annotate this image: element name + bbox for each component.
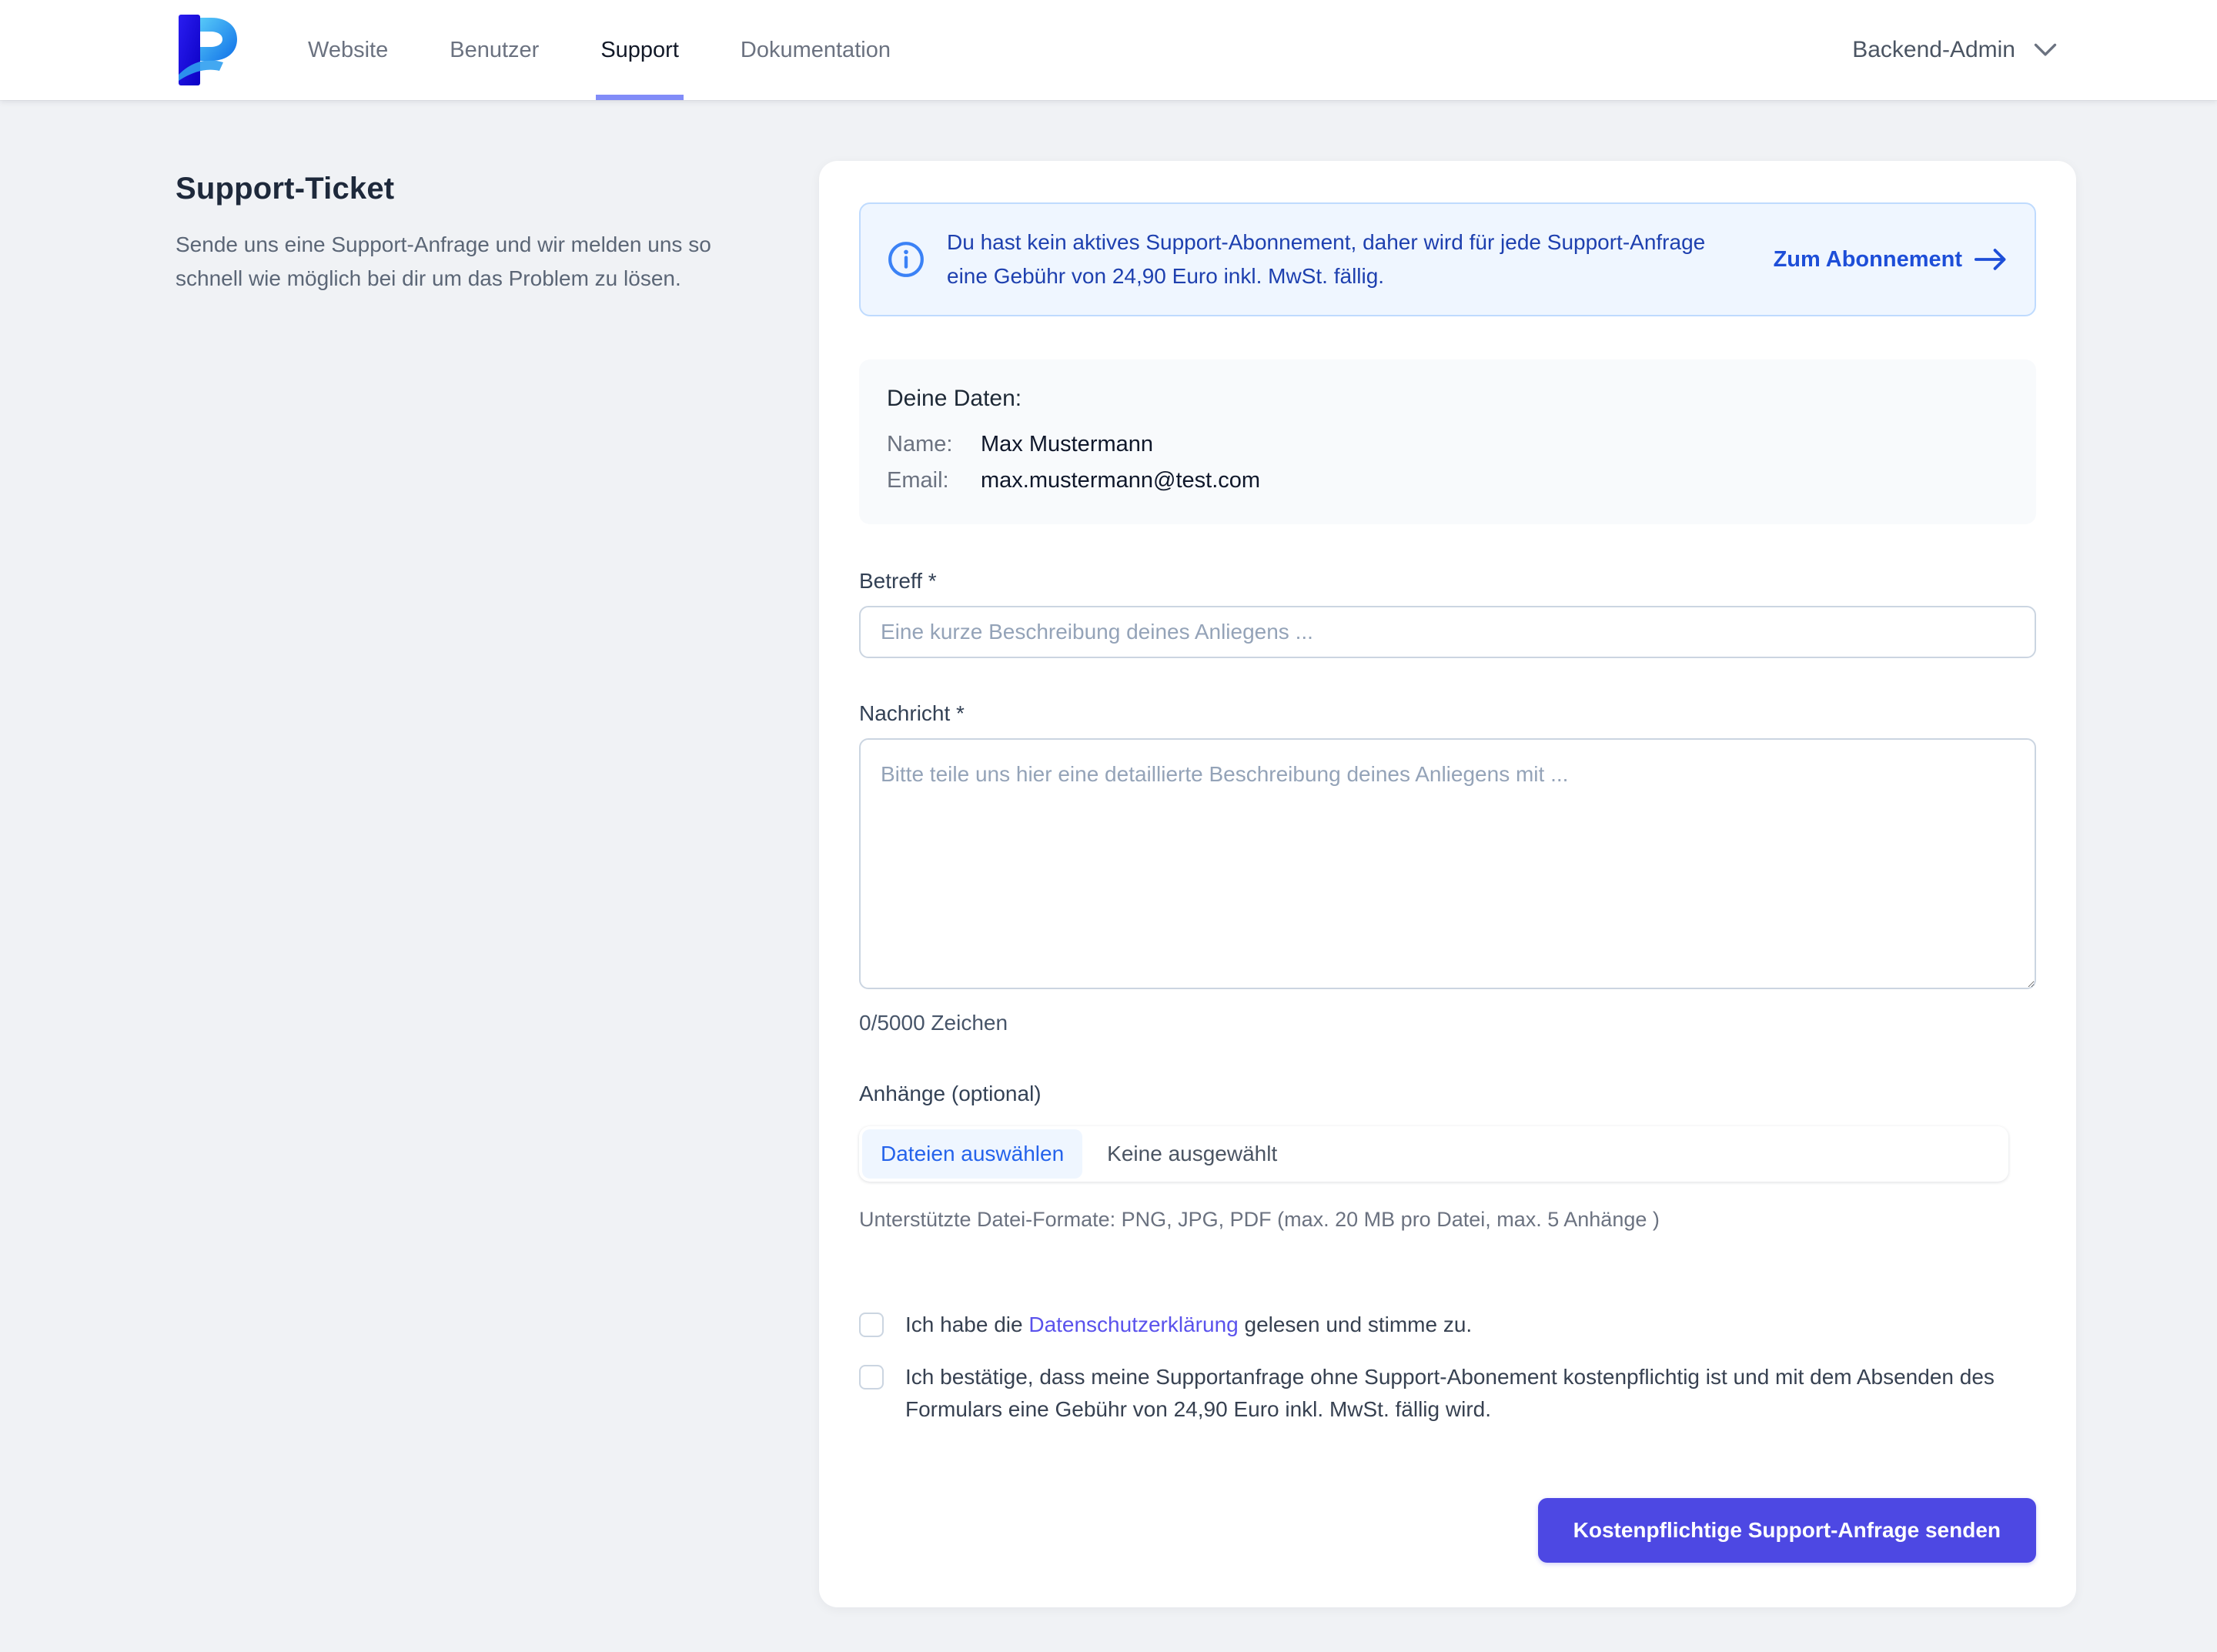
name-value: Max Mustermann bbox=[981, 432, 1154, 456]
banner-message: Du hast kein aktives Support-Abonnement,… bbox=[947, 230, 1706, 288]
nav-item-support[interactable]: Support bbox=[596, 0, 684, 100]
subject-label: Betreff * bbox=[859, 569, 937, 593]
message-label: Nachricht * bbox=[859, 701, 965, 725]
user-data-grid: Name: Max Mustermann Email: max.musterma… bbox=[887, 432, 2008, 493]
privacy-policy-link[interactable]: Datenschutzerklärung bbox=[1028, 1313, 1238, 1336]
app-logo-icon[interactable] bbox=[171, 13, 245, 87]
fee-consent-row: Ich bestätige, dass meine Supportanfrage… bbox=[859, 1361, 2036, 1426]
message-textarea[interactable] bbox=[859, 738, 2036, 989]
email-label: Email: bbox=[887, 468, 949, 493]
file-selection-status: Keine ausgewählt bbox=[1107, 1142, 1278, 1165]
email-value: max.mustermann@test.com bbox=[981, 468, 1261, 493]
account-menu-label: Backend-Admin bbox=[1852, 37, 2015, 62]
submit-row: Kostenpflichtige Support-Anfrage senden bbox=[859, 1498, 2036, 1563]
privacy-consent-checkbox[interactable] bbox=[859, 1313, 884, 1337]
subject-input[interactable] bbox=[859, 606, 2036, 658]
fee-consent-checkbox[interactable] bbox=[859, 1365, 884, 1389]
page-description: Sende uns eine Support-Anfrage und wir m… bbox=[176, 232, 711, 290]
go-to-subscription-link[interactable]: Zum Abonnement bbox=[1774, 247, 2008, 273]
attachments-label: Anhänge (optional) bbox=[859, 1082, 1042, 1105]
support-ticket-card: Du hast kein aktives Support-Abonnement,… bbox=[819, 161, 2076, 1607]
privacy-text-before: Ich habe die bbox=[905, 1313, 1029, 1336]
privacy-text-after: gelesen und stimme zu. bbox=[1238, 1313, 1473, 1336]
account-menu[interactable]: Backend-Admin bbox=[1852, 37, 2057, 63]
nav-item-dokumentation[interactable]: Dokumentation bbox=[741, 0, 891, 100]
privacy-consent-text: Ich habe die Datenschutzerklärung gelese… bbox=[905, 1309, 1472, 1341]
privacy-consent-row: Ich habe die Datenschutzerklärung gelese… bbox=[859, 1309, 2036, 1341]
main-content: Support-Ticket Sende uns eine Support-An… bbox=[0, 100, 2217, 1607]
user-data-title: Deine Daten: bbox=[887, 386, 1022, 411]
subscription-info-banner: Du hast kein aktives Support-Abonnement,… bbox=[859, 202, 2036, 316]
top-navigation-bar: Website Benutzer Support Dokumentation B… bbox=[0, 0, 2217, 100]
file-format-hint: Unterstützte Datei-Formate: PNG, JPG, PD… bbox=[859, 1208, 1660, 1231]
page-title: Support-Ticket bbox=[176, 172, 395, 206]
name-label: Name: bbox=[887, 432, 953, 456]
choose-files-button[interactable]: Dateien auswählen bbox=[862, 1129, 1083, 1179]
go-to-subscription-label: Zum Abonnement bbox=[1773, 246, 1962, 272]
file-upload-row: Dateien auswählen Keine ausgewählt bbox=[859, 1126, 2008, 1182]
message-field-group: Nachricht * 0/5000 Zeichen bbox=[859, 701, 2036, 1035]
info-icon bbox=[888, 242, 924, 277]
fee-consent-text: Ich bestätige, dass meine Supportanfrage… bbox=[905, 1365, 1995, 1421]
attachments-group: Anhänge (optional) Dateien auswählen Kei… bbox=[859, 1082, 2036, 1232]
main-nav: Website Benutzer Support Dokumentation bbox=[308, 0, 952, 100]
arrow-right-icon bbox=[1975, 249, 2006, 270]
nav-item-benutzer[interactable]: Benutzer bbox=[450, 0, 539, 100]
intro-section: Support-Ticket Sende uns eine Support-An… bbox=[176, 172, 819, 296]
subject-field-group: Betreff * bbox=[859, 569, 2036, 658]
character-counter: 0/5000 Zeichen bbox=[859, 1011, 1008, 1035]
nav-item-website[interactable]: Website bbox=[308, 0, 388, 100]
user-data-box: Deine Daten: Name: Max Mustermann Email:… bbox=[859, 359, 2036, 524]
chevron-down-icon bbox=[2034, 43, 2057, 56]
submit-support-request-button[interactable]: Kostenpflichtige Support-Anfrage senden bbox=[1537, 1498, 2036, 1563]
